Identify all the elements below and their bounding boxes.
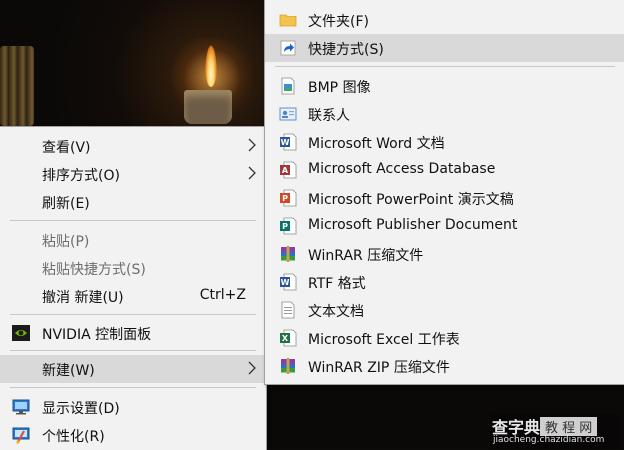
chevron-right-icon	[248, 138, 256, 152]
submenu-item-label: 文件夹(F)	[308, 14, 369, 30]
submenu-item-publisher[interactable]: P Microsoft Publisher Document	[265, 212, 624, 240]
submenu-item-label: Microsoft Excel 工作表	[308, 332, 460, 348]
submenu-item-label: Microsoft Word 文档	[308, 136, 445, 152]
menu-item-refresh[interactable]: 刷新(E)	[0, 188, 266, 216]
submenu-item-access[interactable]: A Microsoft Access Database	[265, 156, 624, 184]
menu-item-label: 排序方式(O)	[42, 168, 120, 184]
contact-card-icon	[279, 107, 297, 121]
chevron-right-icon	[248, 166, 256, 180]
watermark-url: jiaocheng.chazidian.com	[493, 435, 605, 445]
submenu-item-powerpoint[interactable]: P Microsoft PowerPoint 演示文稿	[265, 184, 624, 212]
winrar-archive-icon	[281, 246, 295, 262]
submenu-item-label: 快捷方式(S)	[308, 42, 384, 58]
candle	[184, 90, 232, 124]
submenu-item-word[interactable]: W Microsoft Word 文档	[265, 128, 624, 156]
submenu-item-label: BMP 图像	[308, 80, 371, 96]
menu-item-label: 刷新(E)	[42, 196, 90, 212]
menu-separator	[10, 220, 256, 221]
menu-item-paste-shortcut[interactable]: 粘贴快捷方式(S)	[0, 254, 266, 282]
svg-text:P: P	[282, 194, 288, 203]
menu-item-display-settings[interactable]: 显示设置(D)	[0, 393, 266, 421]
svg-text:X: X	[282, 334, 289, 343]
menu-item-paste[interactable]: 粘贴(P)	[0, 226, 266, 254]
menu-item-label: 粘贴快捷方式(S)	[42, 262, 146, 278]
word-document-icon: W	[280, 133, 297, 151]
publisher-icon: P	[280, 217, 297, 235]
personalize-icon	[12, 427, 30, 444]
menu-separator	[10, 314, 256, 315]
submenu-item-winrar-zip[interactable]: WinRAR ZIP 压缩文件	[265, 352, 624, 380]
folder-icon	[279, 14, 297, 27]
menu-item-label: 撤消 新建(U)	[42, 290, 124, 306]
chevron-right-icon	[248, 361, 256, 375]
submenu-item-winrar[interactable]: WinRAR 压缩文件	[265, 240, 624, 268]
nvidia-icon	[12, 325, 30, 341]
menu-item-sort-by[interactable]: 排序方式(O)	[0, 160, 266, 188]
menu-item-label: 显示设置(D)	[42, 401, 120, 417]
shortcut-icon	[280, 40, 296, 56]
menu-item-nvidia-control-panel[interactable]: NVIDIA 控制面板	[0, 319, 266, 347]
winrar-zip-icon	[281, 358, 295, 374]
submenu-item-label: Microsoft Publisher Document	[308, 217, 518, 233]
submenu-item-label: 联系人	[308, 108, 350, 124]
shortcut-key: Ctrl+Z	[199, 287, 246, 303]
menu-item-label: NVIDIA 控制面板	[42, 327, 152, 343]
svg-text:W: W	[281, 278, 290, 287]
submenu-item-label: Microsoft Access Database	[308, 161, 496, 177]
menu-separator	[10, 387, 256, 388]
excel-worksheet-icon: X	[280, 329, 297, 347]
menu-item-label: 个性化(R)	[42, 429, 105, 445]
submenu-item-text-document[interactable]: 文本文档	[265, 296, 624, 324]
submenu-item-excel[interactable]: X Microsoft Excel 工作表	[265, 324, 624, 352]
menu-item-undo-new[interactable]: 撤消 新建(U) Ctrl+Z	[0, 282, 266, 310]
submenu-item-label: WinRAR ZIP 压缩文件	[308, 360, 450, 376]
submenu-item-label: Microsoft PowerPoint 演示文稿	[308, 192, 514, 208]
menu-item-new[interactable]: 新建(W)	[0, 355, 266, 383]
bmp-image-icon	[281, 77, 295, 95]
desktop-context-menu: 查看(V) 排序方式(O) 刷新(E) 粘贴(P) 粘贴快捷方式(S) 撤消 新…	[0, 126, 267, 450]
site-watermark: 查字典 教 程 网 jiaocheng.chazidian.com	[490, 414, 620, 449]
svg-text:A: A	[282, 166, 289, 175]
text-document-icon	[281, 301, 295, 319]
monitor-icon	[12, 399, 30, 415]
lantern-decoration	[0, 46, 34, 126]
menu-separator	[10, 350, 256, 351]
svg-text:P: P	[282, 222, 288, 231]
access-database-icon: A	[280, 161, 297, 179]
submenu-item-bmp-image[interactable]: BMP 图像	[265, 72, 624, 100]
menu-item-label: 查看(V)	[42, 140, 91, 156]
menu-separator	[275, 66, 615, 67]
new-submenu: 文件夹(F) 快捷方式(S) BMP 图像 联系人 W Microsoft Wo…	[264, 0, 624, 385]
candle-flame	[205, 45, 217, 87]
submenu-item-shortcut[interactable]: 快捷方式(S)	[265, 34, 624, 62]
svg-text:W: W	[281, 138, 290, 147]
rtf-document-icon: W	[280, 273, 297, 291]
submenu-item-folder[interactable]: 文件夹(F)	[265, 6, 624, 34]
powerpoint-icon: P	[280, 189, 297, 207]
submenu-item-label: WinRAR 压缩文件	[308, 248, 424, 264]
submenu-item-label: RTF 格式	[308, 276, 366, 292]
menu-item-label: 新建(W)	[42, 363, 95, 379]
submenu-item-rtf[interactable]: W RTF 格式	[265, 268, 624, 296]
menu-item-label: 粘贴(P)	[42, 234, 90, 250]
submenu-item-contact[interactable]: 联系人	[265, 100, 624, 128]
menu-item-view[interactable]: 查看(V)	[0, 132, 266, 160]
submenu-item-label: 文本文档	[308, 304, 364, 320]
watermark-subtitle: 教 程 网	[540, 417, 598, 436]
menu-item-personalize[interactable]: 个性化(R)	[0, 421, 266, 449]
